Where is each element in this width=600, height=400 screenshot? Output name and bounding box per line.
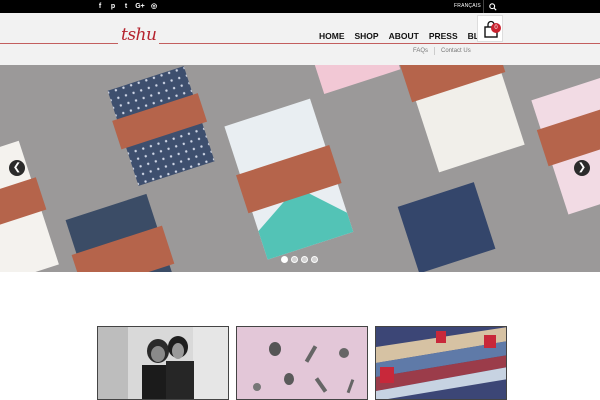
site-logo[interactable]: tshu: [118, 25, 160, 45]
people-photo: [98, 327, 228, 399]
nav-home[interactable]: HOME: [318, 31, 346, 41]
language-switch[interactable]: FRANÇAIS: [454, 0, 481, 13]
slider-dot-2[interactable]: [291, 256, 298, 263]
hero-slider[interactable]: [0, 65, 600, 272]
slider-dot-1[interactable]: [281, 256, 288, 263]
search-icon[interactable]: [489, 3, 497, 11]
top-bar: f p t G+ ◎ FRANÇAIS: [0, 0, 600, 13]
nav-faqs[interactable]: FAQs: [413, 48, 428, 54]
main-nav: HOME SHOP ABOUT PRESS BLOG: [318, 31, 501, 41]
feature-tile-people[interactable]: [97, 326, 229, 400]
twitter-icon[interactable]: t: [122, 0, 130, 13]
subnav-separator: [434, 47, 436, 55]
google-plus-icon[interactable]: G+: [135, 0, 145, 13]
nav-shop[interactable]: SHOP: [353, 31, 380, 41]
feature-tile-pattern[interactable]: [236, 326, 368, 400]
slider-dot-3[interactable]: [301, 256, 308, 263]
cart-count-badge: 0: [491, 23, 501, 33]
facebook-icon[interactable]: f: [96, 0, 104, 13]
fabrics-photo: [376, 327, 506, 399]
nav-contact-us[interactable]: Contact Us: [441, 48, 471, 54]
social-links: f p t G+ ◎: [96, 0, 158, 13]
feature-tiles: [97, 326, 507, 400]
topbar-divider: [483, 0, 484, 13]
slider-prev-button[interactable]: ❮: [9, 160, 25, 176]
pinterest-icon[interactable]: p: [109, 0, 117, 13]
pattern-photo: [237, 327, 367, 399]
header-divider-line: [0, 43, 600, 44]
slider-pagination: [281, 256, 318, 263]
secondary-nav: FAQs Contact Us: [413, 47, 471, 55]
site-header: tshu HOME SHOP ABOUT PRESS BLOG FAQs Con…: [0, 13, 600, 65]
slider-dot-4[interactable]: [311, 256, 318, 263]
nav-about[interactable]: ABOUT: [387, 31, 420, 41]
slider-next-button[interactable]: ❯: [574, 160, 590, 176]
feature-tile-fabrics[interactable]: [375, 326, 507, 400]
instagram-icon[interactable]: ◎: [150, 0, 158, 13]
nav-press[interactable]: PRESS: [427, 31, 459, 41]
hero-slide-image: [0, 65, 600, 272]
